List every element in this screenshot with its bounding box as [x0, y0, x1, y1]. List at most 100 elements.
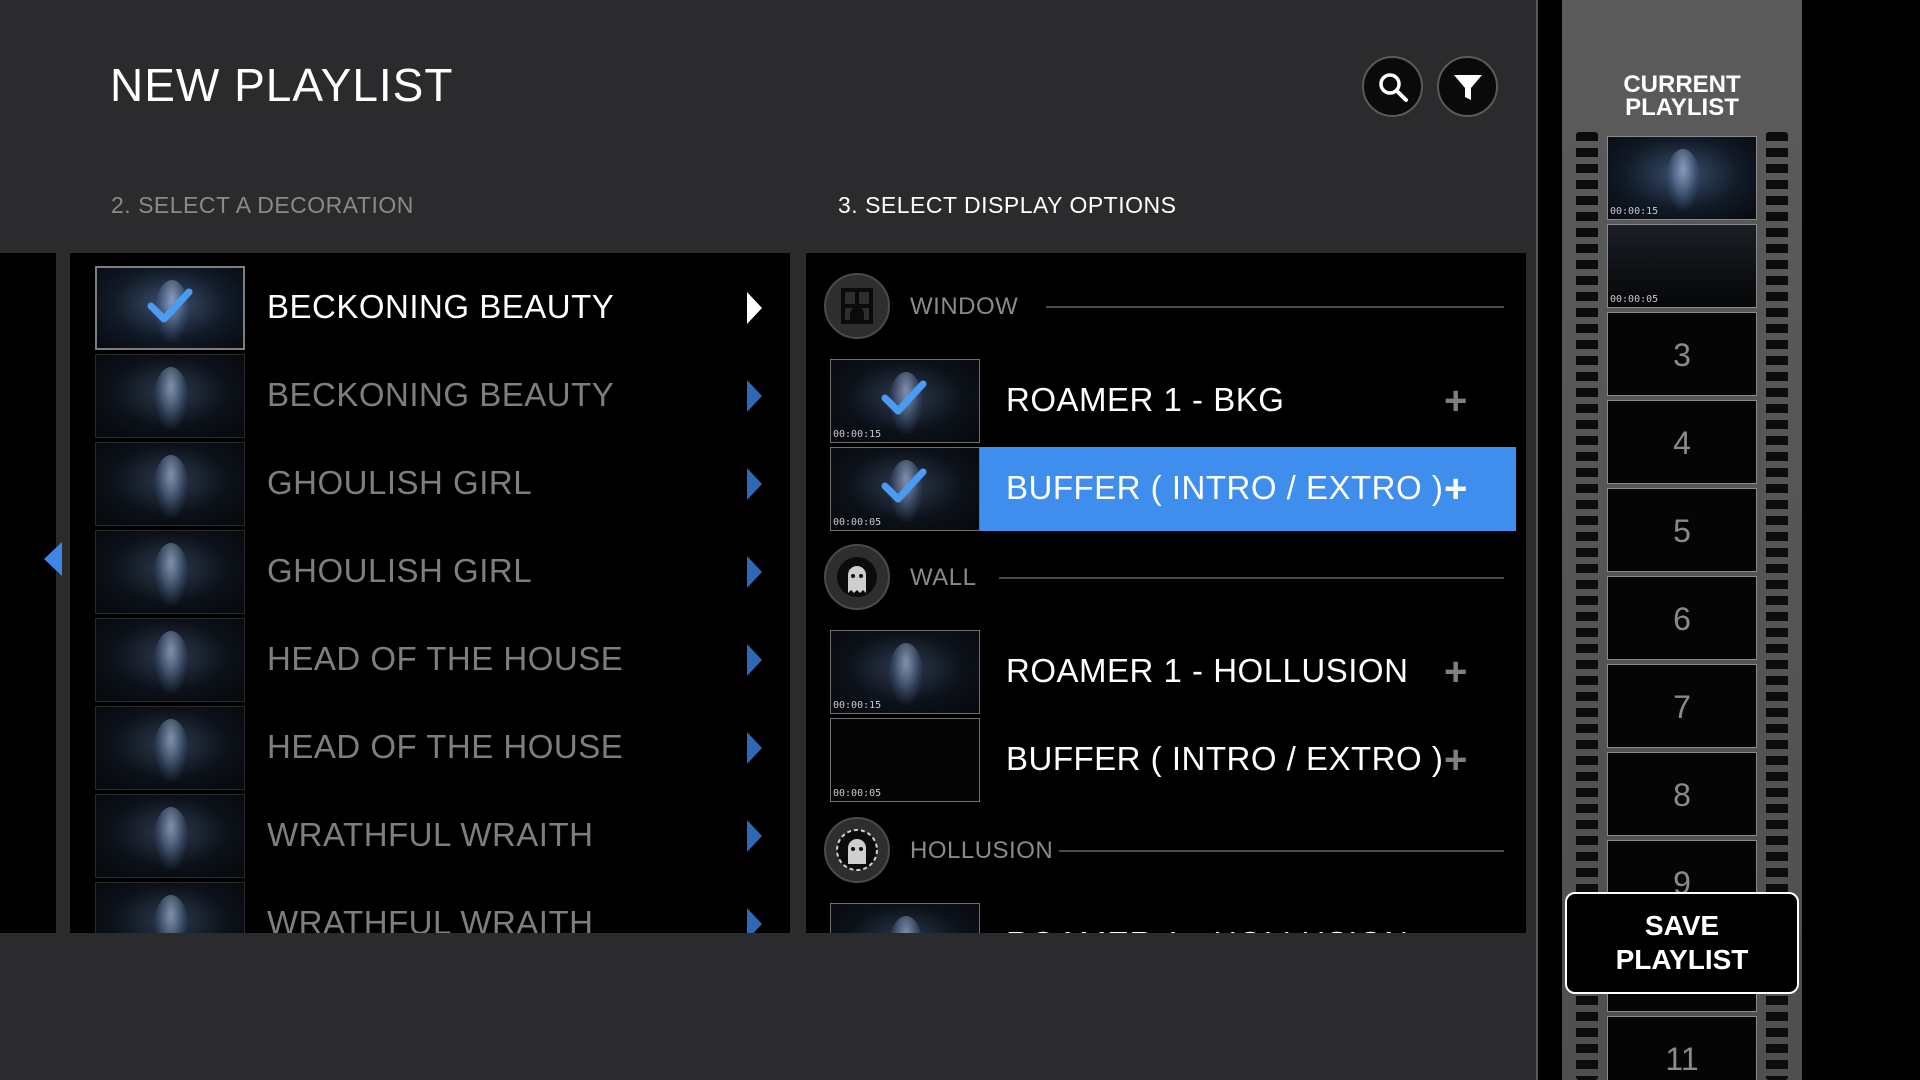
decoration-item[interactable]: GHOULISH GIRL [95, 530, 775, 614]
display-option-item[interactable]: 00:00:05 BUFFER ( INTRO / EXTRO ) + [830, 718, 1516, 802]
duration-label: 00:00:15 [833, 429, 882, 440]
chevron-right-icon[interactable] [747, 292, 762, 324]
decoration-thumbnail [95, 354, 245, 438]
display-option-thumbnail: 00:00:05 [830, 718, 980, 802]
decoration-item[interactable]: BECKONING BEAUTY [95, 354, 775, 438]
display-option-item[interactable]: 00:00:15 ROAMER 1 - BKG + [830, 359, 1516, 443]
ghost-figure [154, 719, 188, 781]
save-playlist-button[interactable]: SAVE PLAYLIST [1565, 892, 1799, 994]
footer-band [0, 933, 1536, 1080]
decoration-thumbnail [95, 706, 245, 790]
chevron-right-icon[interactable] [747, 732, 762, 764]
display-option-item[interactable]: 00:00:05 BUFFER ( INTRO / EXTRO ) + [830, 447, 1516, 531]
slot-number: 4 [1673, 425, 1691, 461]
playlist-slot[interactable]: 00:00:05 [1607, 224, 1757, 308]
plus-icon[interactable]: + [1444, 925, 1467, 933]
decoration-item[interactable]: HEAD OF THE HOUSE [95, 618, 775, 702]
ghost-figure [1666, 149, 1700, 211]
wall-icon [824, 544, 890, 610]
search-icon [1378, 72, 1408, 102]
slot-number: 8 [1673, 777, 1691, 813]
playlist-slot[interactable]: 7 [1607, 664, 1757, 748]
page-title: NEW PLAYLIST [110, 59, 454, 111]
filter-icon [1453, 74, 1482, 100]
display-group-label: WINDOW [910, 293, 1019, 320]
decoration-label: WRATHFUL WRAITH [267, 816, 594, 853]
playlist-slot[interactable]: 00:00:15 [1607, 136, 1757, 220]
playlist-slot[interactable]: 5 [1607, 488, 1757, 572]
duration-label: 00:00:15 [833, 700, 882, 711]
playlist-slot[interactable]: 4 [1607, 400, 1757, 484]
chevron-right-icon[interactable] [747, 644, 762, 676]
slot-number: 11 [1665, 1041, 1699, 1077]
save-label-line2: PLAYLIST [1615, 944, 1749, 975]
duration-label: 00:00:05 [833, 517, 882, 528]
decoration-item[interactable]: WRATHFUL WRAITH [95, 882, 775, 933]
save-label-line1: SAVE [1644, 910, 1720, 941]
plus-icon[interactable]: + [1444, 381, 1467, 421]
playlist-slot[interactable]: 8 [1607, 752, 1757, 836]
playlist-slot[interactable]: 6 [1607, 576, 1757, 660]
slot-number: 3 [1673, 337, 1691, 373]
chevron-right-icon[interactable] [747, 556, 762, 588]
display-group-label: WALL [910, 564, 977, 591]
display-option-thumbnail: 00:00:05 [830, 447, 980, 531]
chevron-right-icon[interactable] [747, 820, 762, 852]
ghost-figure [154, 367, 188, 429]
display-option-label: BUFFER ( INTRO / EXTRO ) [1006, 740, 1444, 777]
hollusion-icon [824, 817, 890, 883]
decoration-item[interactable]: BECKONING BEAUTY [95, 266, 775, 350]
step-display-label: 3. SELECT DISPLAY OPTIONS [838, 192, 1177, 218]
back-arrow-icon[interactable] [44, 542, 62, 576]
ghost-figure [889, 643, 923, 705]
decoration-item[interactable]: GHOULISH GIRL [95, 442, 775, 526]
display-option-item[interactable]: ROAMER 1 - HOLLUSION + [830, 903, 1516, 933]
display-option-item[interactable]: 00:00:15 ROAMER 1 - HOLLUSION + [830, 630, 1516, 714]
display-option-label: ROAMER 1 - HOLLUSION [1006, 925, 1408, 933]
plus-icon[interactable]: + [1444, 469, 1467, 509]
playlist-slot[interactable]: 3 [1607, 312, 1757, 396]
window-icon [824, 273, 890, 339]
filter-button[interactable] [1437, 56, 1498, 117]
chevron-right-icon[interactable] [747, 468, 762, 500]
slot-number: 7 [1673, 689, 1691, 725]
display-option-thumbnail: 00:00:15 [830, 630, 980, 714]
divider-line [999, 577, 1504, 579]
search-button[interactable] [1362, 56, 1423, 117]
decoration-item[interactable]: HEAD OF THE HOUSE [95, 706, 775, 790]
display-option-thumbnail [830, 903, 980, 933]
plus-icon[interactable]: + [1444, 652, 1467, 692]
slot-number: 6 [1673, 601, 1691, 637]
ghost-figure [154, 895, 188, 933]
current-playlist-title-line2: PLAYLIST [1625, 94, 1739, 121]
decoration-thumbnail [95, 882, 245, 933]
plus-icon[interactable]: + [1444, 740, 1467, 780]
decoration-label: BECKONING BEAUTY [267, 376, 615, 413]
app-window: NEW PLAYLIST 2. SELECT A DECORATION 3. S… [0, 0, 1920, 1080]
slot-number: 5 [1673, 513, 1691, 549]
decoration-thumbnail [95, 794, 245, 878]
playlist-slot[interactable]: 11 [1607, 1016, 1757, 1080]
decoration-list: BECKONING BEAUTY BECKONING BEAUTY GHOULISH… [70, 253, 790, 933]
checkmark-icon [881, 466, 927, 511]
chevron-right-icon[interactable] [747, 380, 762, 412]
decoration-label: HEAD OF THE HOUSE [267, 728, 624, 765]
decoration-thumbnail [95, 530, 245, 614]
decoration-label: GHOULISH GIRL [267, 464, 533, 501]
left-rail [0, 253, 56, 933]
display-group-header: WINDOW [824, 273, 1504, 339]
main-area: NEW PLAYLIST 2. SELECT A DECORATION 3. S… [0, 0, 1538, 1080]
chevron-right-icon[interactable] [747, 908, 762, 933]
display-options-list: WINDOW 00:00:15 ROAMER 1 - BKG + 00:00:05 BUF… [806, 253, 1526, 933]
decoration-item[interactable]: WRATHFUL WRAITH [95, 794, 775, 878]
decoration-label: HEAD OF THE HOUSE [267, 640, 624, 677]
checkmark-icon [147, 286, 193, 331]
duration-label: 00:00:15 [1610, 206, 1659, 217]
decoration-label: WRATHFUL WRAITH [267, 904, 594, 933]
decoration-thumbnail [95, 618, 245, 702]
current-playlist-title: CURRENT PLAYLIST [1562, 71, 1802, 121]
ghost-figure [154, 631, 188, 693]
decoration-thumbnail [95, 442, 245, 526]
current-playlist-title-line1: CURRENT [1623, 71, 1741, 98]
display-group-label: HOLLUSION [910, 837, 1054, 864]
